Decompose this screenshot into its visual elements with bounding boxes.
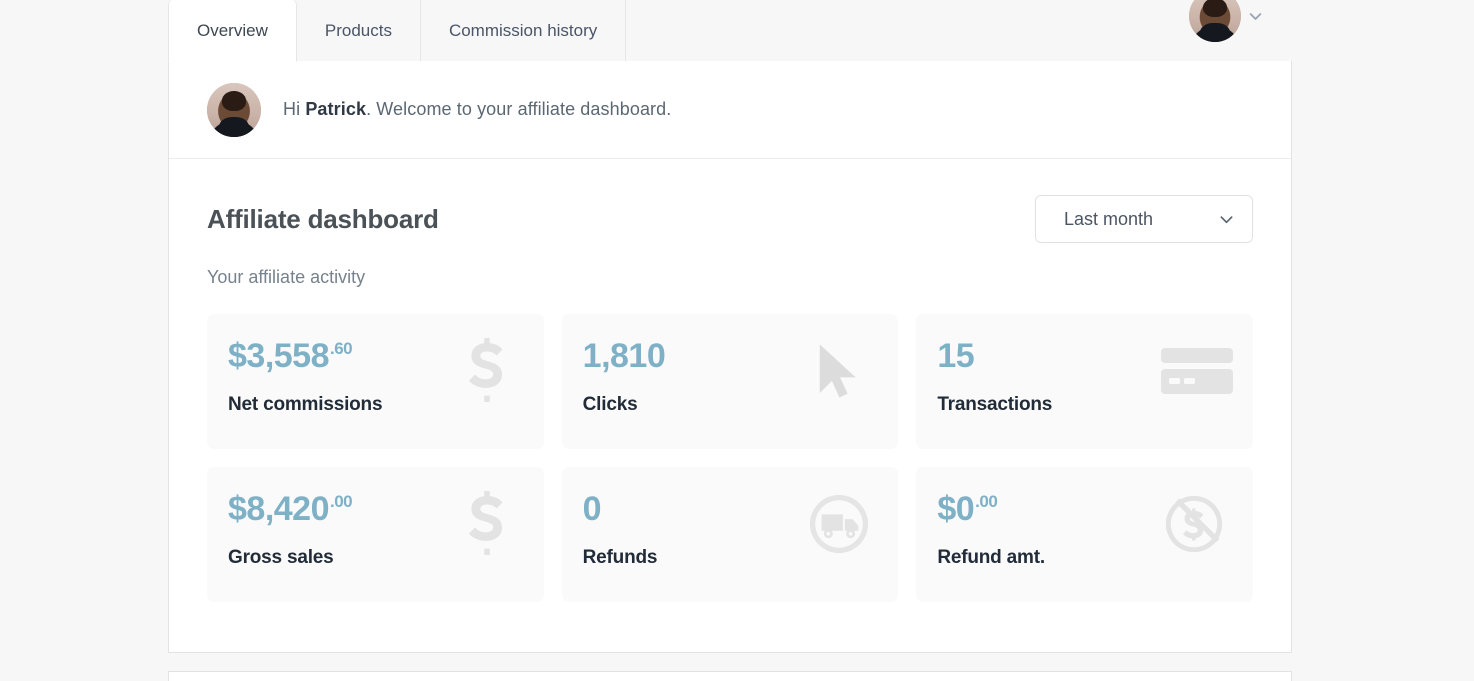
no-dollar-icon xyxy=(1163,493,1225,555)
credit-card-icon xyxy=(1160,348,1233,394)
mouse-cursor-icon xyxy=(810,342,862,400)
tab-overview-label: Overview xyxy=(197,20,268,40)
tab-commission-history-label: Commission history xyxy=(448,20,598,40)
stat-value-main: $8,420 xyxy=(228,490,330,528)
tab-overview[interactable]: Overview xyxy=(168,0,297,62)
stat-card-refund-amount: $0 .00 Refund amt. xyxy=(916,467,1253,602)
stat-card-grid: $3,558 .60 Net commissions 1,810 Clicks … xyxy=(207,314,1253,602)
welcome-banner: Hi Patrick. Welcome to your affiliate da… xyxy=(169,61,1291,159)
stat-value-cents: .00 xyxy=(975,492,998,511)
welcome-greeting-prefix: Hi xyxy=(283,99,306,119)
avatar-photo xyxy=(1189,0,1241,42)
welcome-greeting-suffix: . Welcome to your affiliate dashboard. xyxy=(366,99,672,119)
tab-products-label: Products xyxy=(324,20,392,40)
stat-card-refunds: 0 Refunds xyxy=(561,467,899,602)
dashboard-header: Affiliate dashboard Last month xyxy=(207,191,1253,247)
overview-panel: Hi Patrick. Welcome to your affiliate da… xyxy=(168,61,1292,653)
dashboard-body: Affiliate dashboard Last month Your affi… xyxy=(169,159,1291,602)
welcome-avatar-photo xyxy=(207,82,261,137)
account-menu[interactable] xyxy=(1189,0,1262,42)
tab-commission-history[interactable]: Commission history xyxy=(420,0,627,62)
chevron-down-icon[interactable] xyxy=(1249,10,1262,23)
stat-label: Transactions xyxy=(937,394,1053,415)
stat-card-net-commissions: $3,558 .60 Net commissions xyxy=(207,314,544,449)
affiliate-dashboard-page: Overview Products Commission history Hi … xyxy=(0,0,1474,681)
date-range-value: Last month xyxy=(1064,208,1154,229)
section-subtitle: Your affiliate activity xyxy=(207,267,366,287)
page-title: Affiliate dashboard xyxy=(207,203,439,234)
tab-products[interactable]: Products xyxy=(296,0,421,62)
dollar-sign-icon xyxy=(462,338,512,402)
stat-value-main: 0 xyxy=(582,490,602,528)
welcome-user-name: Patrick xyxy=(305,99,367,119)
stat-value-cents: .00 xyxy=(330,492,353,511)
chevron-down-icon xyxy=(1219,212,1234,227)
tab-bar: Overview Products Commission history xyxy=(168,0,1292,62)
stat-value-main: $0 xyxy=(937,490,975,528)
date-range-select[interactable]: Last month xyxy=(1035,195,1253,243)
stat-card-clicks: 1,810 Clicks xyxy=(561,314,899,449)
welcome-message: Hi Patrick. Welcome to your affiliate da… xyxy=(283,99,671,120)
avatar[interactable] xyxy=(1189,0,1241,42)
next-panel xyxy=(168,671,1292,681)
dollar-sign-icon xyxy=(462,491,512,555)
stat-value-main: $3,558 xyxy=(228,337,330,375)
welcome-avatar xyxy=(207,82,261,137)
stat-card-gross-sales: $8,420 .00 Gross sales xyxy=(207,467,544,602)
stat-value-main: 1,810 xyxy=(582,337,666,375)
stat-card-transactions: 15 Transactions xyxy=(916,314,1253,449)
stat-value-main: 15 xyxy=(937,337,975,375)
stat-value-cents: .60 xyxy=(330,339,353,358)
return-truck-icon xyxy=(808,493,870,555)
